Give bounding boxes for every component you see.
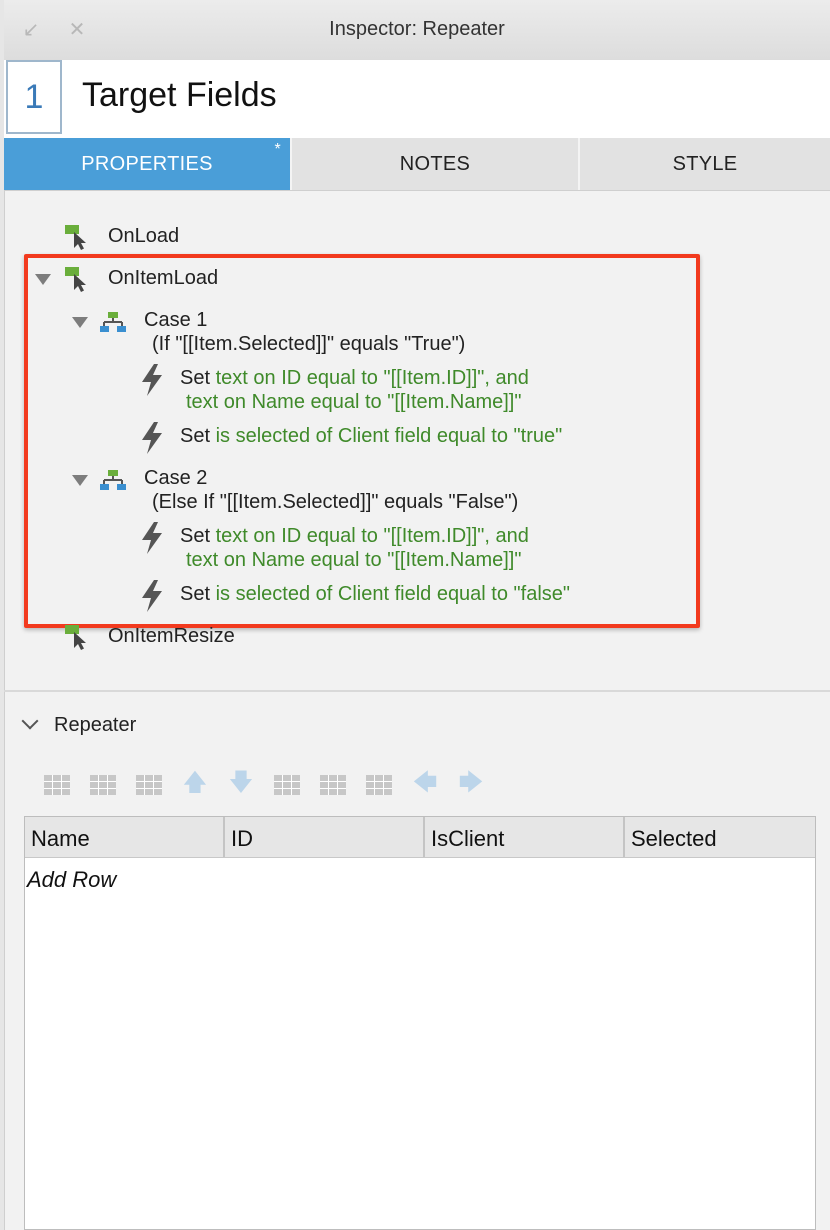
tab-properties[interactable]: PROPERTIES * (4, 138, 292, 190)
arrow-up-icon: 🡅 (182, 768, 208, 796)
tab-style-label: STYLE (672, 153, 738, 175)
interactions-tree: OnLoad OnItemLoad Case 1 (If "[[Item.Sel… (4, 190, 830, 690)
event-onload[interactable]: OnLoad (108, 225, 179, 248)
column-header-name[interactable]: Name (25, 817, 225, 857)
move-row-up-button[interactable]: 🡅 (172, 769, 218, 800)
highlight-annotation (24, 254, 700, 628)
delete-row-button[interactable] (126, 770, 172, 800)
tab-notes[interactable]: NOTES (292, 138, 580, 190)
table-header: Name ID IsClient Selected (25, 817, 815, 858)
insert-column-right-button[interactable] (310, 770, 356, 800)
widget-number: 1 (6, 60, 62, 134)
event-icon (65, 625, 86, 650)
widget-header: 1 Target Fields (4, 60, 830, 139)
event-icon (65, 225, 86, 250)
insert-row-above-button[interactable] (34, 770, 80, 800)
column-header-isclient[interactable]: IsClient (425, 817, 625, 857)
insert-column-left-button[interactable] (264, 770, 310, 800)
arrow-left-icon: 🡄 (412, 768, 438, 796)
move-row-down-button[interactable]: 🡇 (218, 769, 264, 800)
repeater-section-title: Repeater (54, 714, 137, 736)
grid-column-icon (274, 775, 300, 795)
repeater-toolbar: 🡅 🡇 🡄 🡆 (34, 769, 494, 800)
grid-insert-icon (90, 775, 116, 795)
repeater-dataset-table: Name ID IsClient Selected Add Row (24, 816, 816, 1230)
window-title: Inspector: Repeater (329, 18, 505, 40)
title-bar: ↙ ✕ Inspector: Repeater (4, 0, 830, 63)
inspector-tabs: PROPERTIES * NOTES STYLE (4, 138, 830, 191)
event-onitemresize[interactable]: OnItemResize (108, 625, 235, 648)
move-column-right-button[interactable]: 🡆 (448, 769, 494, 800)
add-row-link[interactable]: Add Row (27, 867, 116, 893)
arrow-right-icon: 🡆 (458, 768, 484, 796)
arrow-down-icon: 🡇 (228, 768, 254, 796)
section-divider (4, 690, 830, 692)
delete-column-button[interactable] (356, 770, 402, 800)
column-header-id[interactable]: ID (225, 817, 425, 857)
chevron-down-icon (21, 712, 39, 730)
tab-style[interactable]: STYLE (580, 138, 830, 190)
column-header-selected[interactable]: Selected (625, 817, 815, 857)
move-column-left-button[interactable]: 🡄 (402, 769, 448, 800)
modified-marker: * (274, 141, 281, 158)
grid-delete-icon (366, 775, 392, 795)
repeater-section-header[interactable]: Repeater (21, 712, 137, 737)
grid-column-icon (320, 775, 346, 795)
grid-delete-icon (136, 775, 162, 795)
grid-insert-icon (44, 775, 70, 795)
tab-properties-label: PROPERTIES (81, 153, 213, 175)
tab-notes-label: NOTES (399, 153, 471, 175)
insert-row-below-button[interactable] (80, 770, 126, 800)
widget-name-field[interactable]: Target Fields (82, 76, 277, 115)
